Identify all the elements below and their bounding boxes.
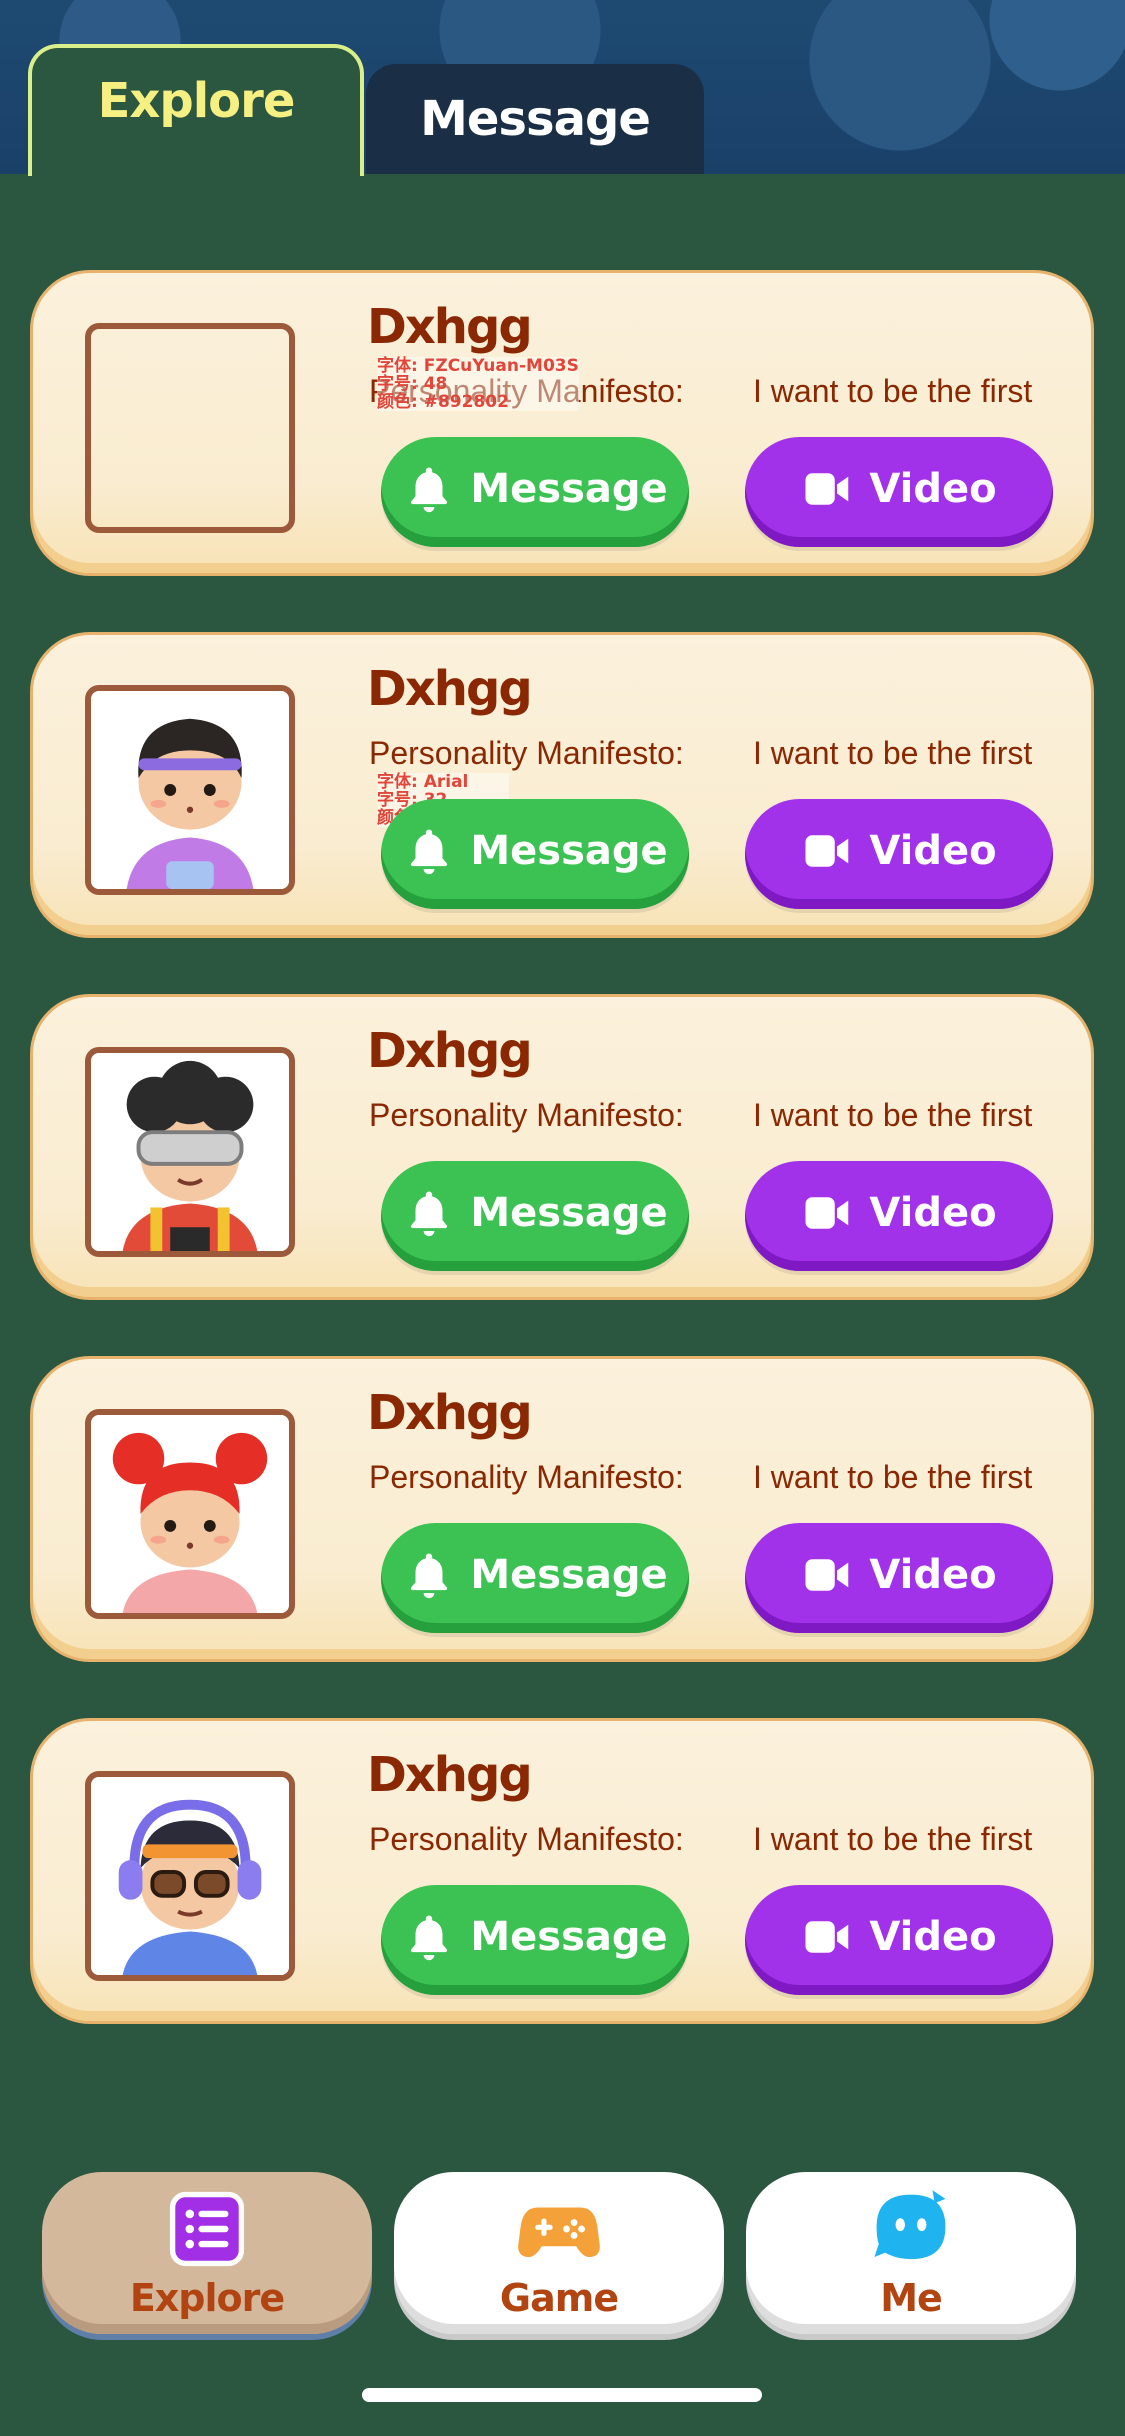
- top-header: Explore Message: [0, 0, 1125, 176]
- manifesto-value: I want to be the first: [753, 1459, 1033, 1495]
- gamepad-icon: [518, 2207, 600, 2257]
- message-button-label: Message: [470, 828, 668, 874]
- message-button[interactable]: Message: [381, 799, 689, 909]
- bell-icon: [411, 1191, 448, 1237]
- message-button[interactable]: Message: [381, 1523, 689, 1633]
- bell-icon: [411, 1915, 448, 1961]
- manifesto-value: I want to be the first: [753, 373, 1033, 409]
- bell-icon: [411, 1553, 448, 1599]
- video-button-label: Video: [869, 1190, 997, 1236]
- video-camera-icon: [805, 1197, 849, 1229]
- chat-bubble-face-icon: [874, 2190, 946, 2260]
- user-card: Dxhgg Personality Manifesto: I want to b…: [30, 632, 1094, 938]
- message-button[interactable]: Message: [381, 1161, 689, 1271]
- girl-red-buns-avatar[interactable]: [85, 1409, 295, 1619]
- annotation-font: 字体: Arial: [377, 772, 469, 792]
- tab-message[interactable]: Message: [366, 64, 704, 174]
- video-camera-icon: [805, 473, 849, 505]
- user-name: Dxhgg: [367, 661, 533, 717]
- manifesto-value: I want to be the first: [753, 1097, 1033, 1133]
- nav-game-label: Game: [499, 2276, 619, 2320]
- message-button[interactable]: Message: [381, 1885, 689, 1995]
- manifesto-label: Personality Manifesto:: [369, 1459, 684, 1495]
- user-name: Dxhgg: [367, 1385, 533, 1441]
- user-card: Dxhgg Personality Manifesto: I want to b…: [30, 1356, 1094, 1662]
- video-button[interactable]: Video: [745, 799, 1053, 909]
- user-name: Dxhgg: [367, 1747, 533, 1803]
- annotation-size: 字号: 48: [377, 374, 448, 394]
- home-indicator[interactable]: [362, 2388, 762, 2402]
- video-camera-icon: [805, 1559, 849, 1591]
- nav-explore-label: Explore: [129, 2276, 285, 2320]
- nav-me[interactable]: Me: [746, 2172, 1076, 2334]
- manifesto-label: Personality Manifesto:: [369, 1097, 684, 1133]
- tab-explore-label: Explore: [97, 73, 296, 129]
- annotation-font: 字体: FZCuYuan-M03S: [377, 356, 579, 376]
- tab-explore[interactable]: Explore: [28, 44, 364, 176]
- headphones-glasses-avatar[interactable]: [85, 1771, 295, 1981]
- vr-headset-kid-avatar[interactable]: [85, 1047, 295, 1257]
- empty-avatar[interactable]: [85, 323, 295, 533]
- avatar-image: [91, 1777, 289, 1975]
- list-icon: [169, 2191, 245, 2267]
- user-card: Dxhgg Personality Manifesto: I want to b…: [30, 270, 1094, 576]
- nav-me-label: Me: [880, 2276, 943, 2320]
- video-camera-icon: [805, 1921, 849, 1953]
- manifesto-value: I want to be the first: [753, 1821, 1033, 1857]
- manifesto-label: Personality Manifesto:: [369, 735, 684, 771]
- message-button-label: Message: [470, 466, 668, 512]
- message-button-label: Message: [470, 1190, 668, 1236]
- bell-icon: [411, 829, 448, 875]
- avatar-image: [91, 691, 289, 889]
- video-button-label: Video: [869, 828, 997, 874]
- boy-purple-headband-avatar[interactable]: [85, 685, 295, 895]
- video-button-label: Video: [869, 1552, 997, 1598]
- video-button[interactable]: Video: [745, 1523, 1053, 1633]
- user-name: Dxhgg: [367, 1023, 533, 1079]
- video-button[interactable]: Video: [745, 1161, 1053, 1271]
- video-button-label: Video: [869, 1914, 997, 1960]
- video-camera-icon: [805, 835, 849, 867]
- nav-game[interactable]: Game: [394, 2172, 724, 2334]
- nav-explore[interactable]: Explore: [42, 2172, 372, 2334]
- message-button[interactable]: Message: [381, 437, 689, 547]
- user-card: Dxhgg Personality Manifesto: I want to b…: [30, 994, 1094, 1300]
- avatar-image: [91, 1053, 289, 1251]
- video-button[interactable]: Video: [745, 1885, 1053, 1995]
- user-name: Dxhgg: [367, 299, 533, 355]
- user-card: Dxhgg Personality Manifesto: I want to b…: [30, 1718, 1094, 2024]
- message-button-label: Message: [470, 1552, 668, 1598]
- annotation-color: 颜色: #892802: [377, 392, 509, 412]
- video-button[interactable]: Video: [745, 437, 1053, 547]
- design-annotation: 字体: FZCuYuan-M03S 字号: 48 颜色: #892802: [377, 357, 579, 411]
- manifesto-value: I want to be the first: [753, 735, 1033, 771]
- manifesto-label: Personality Manifesto:: [369, 1821, 684, 1857]
- message-button-label: Message: [470, 1914, 668, 1960]
- avatar-image: [91, 1415, 289, 1613]
- tab-message-label: Message: [420, 91, 651, 147]
- video-button-label: Video: [869, 466, 997, 512]
- bell-icon: [411, 467, 448, 513]
